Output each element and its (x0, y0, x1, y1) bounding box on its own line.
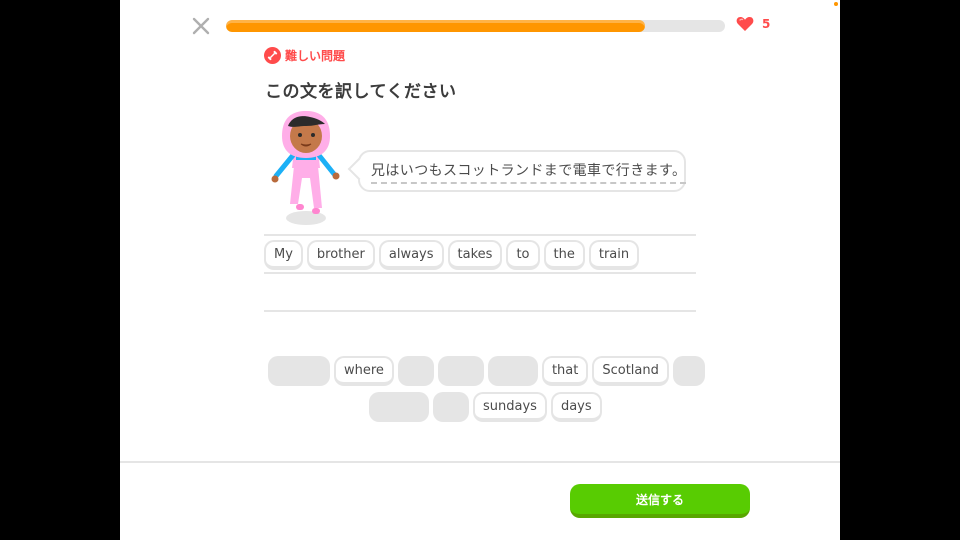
answer-line-bottom (264, 310, 696, 312)
word-bank-chip[interactable]: days (550, 392, 602, 422)
submit-button[interactable]: 送信する (570, 484, 750, 518)
hard-question-badge: 難しい問題 (264, 47, 345, 64)
answer-word-chip[interactable]: the (543, 240, 585, 270)
used-word-slot (268, 356, 330, 386)
used-word-slot (433, 392, 469, 422)
hard-question-label: 難しい問題 (285, 49, 346, 63)
dumbbell-icon (264, 47, 281, 64)
answer-line-middle (264, 272, 696, 274)
answer-word-chip[interactable]: takes (447, 240, 503, 270)
word-bank-chip[interactable]: where (334, 356, 394, 386)
lesson-screen: 5 難しい問題 この文を訳してください 兄はいつもスコットランドまで電車で行きま… (120, 0, 840, 540)
character-illustration (271, 111, 340, 225)
answer-word-chip[interactable]: train (588, 240, 640, 270)
hearts-count: 5 (762, 17, 771, 31)
footer-divider (120, 461, 840, 463)
word-bank-row-2: sundays days (369, 392, 602, 422)
speech-bubble: 兄はいつもスコットランドまで電車で行きます。 (347, 150, 687, 192)
lesson-progress-fill (226, 20, 646, 32)
answer-area: My brother always takes to the train (264, 240, 640, 270)
answer-word-chip[interactable]: to (506, 240, 540, 270)
used-word-slot (369, 392, 429, 422)
used-word-slot (672, 356, 705, 386)
close-icon[interactable] (192, 17, 210, 35)
answer-line-top (264, 234, 696, 236)
used-word-slot (397, 356, 434, 386)
heart-icon (736, 17, 754, 31)
word-bank-chip[interactable]: that (541, 356, 589, 386)
lesson-progress-bar (226, 20, 725, 32)
used-word-slot (437, 356, 484, 386)
answer-word-chip[interactable]: brother (306, 240, 375, 270)
answer-word-chip[interactable]: always (378, 240, 444, 270)
status-dot (834, 2, 838, 6)
japanese-sentence[interactable]: 兄はいつもスコットランドまで電車で行きます。 (371, 160, 687, 184)
used-word-slot (487, 356, 538, 386)
hearts-counter[interactable]: 5 (736, 16, 770, 32)
word-bank-row-1: where that Scotland (268, 356, 705, 386)
exercise-title: この文を訳してください (265, 82, 457, 102)
answer-word-chip[interactable]: My (264, 240, 303, 270)
word-bank-chip[interactable]: sundays (473, 392, 547, 422)
word-bank-chip[interactable]: Scotland (592, 356, 669, 386)
